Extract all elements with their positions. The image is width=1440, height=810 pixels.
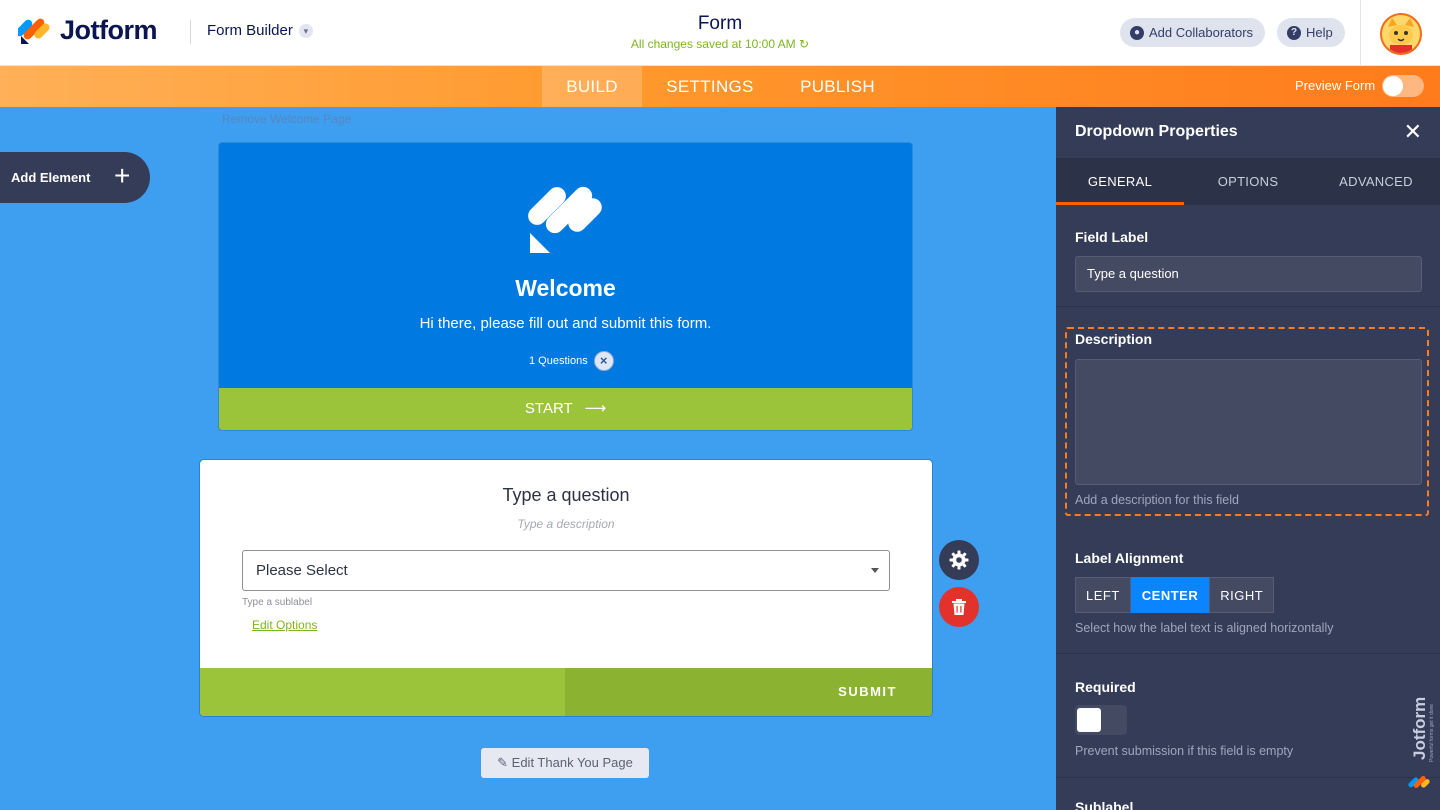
delete-field-button[interactable] [939, 587, 979, 627]
welcome-subtitle[interactable]: Hi there, please fill out and submit thi… [219, 315, 912, 332]
dropdown-select[interactable]: Please Select [242, 550, 890, 591]
top-bar: Jotform Form Builder ▾ Form All changes … [0, 0, 1440, 66]
welcome-page-card[interactable]: Welcome Hi there, please fill out and su… [218, 142, 913, 431]
label-alignment-hint: Select how the label text is aligned hor… [1075, 621, 1334, 635]
cat-avatar-icon [1382, 15, 1420, 53]
align-right-button[interactable]: RIGHT [1209, 577, 1275, 613]
caret-down-icon [871, 568, 879, 573]
remove-welcome-page-link[interactable]: Remove Welcome Page [222, 112, 351, 126]
add-collaborators-button[interactable]: ● Add Collaborators [1120, 18, 1266, 47]
submit-button[interactable]: SUBMIT [565, 668, 932, 716]
close-icon[interactable]: × [593, 351, 614, 371]
field-settings-button[interactable] [939, 540, 979, 580]
field-label-input[interactable]: Type a question [1075, 256, 1422, 292]
close-icon[interactable]: ✕ [1404, 121, 1422, 143]
save-status-text: All changes saved at 10:00 AM [630, 37, 796, 51]
watermark-tagline: Powerful forms get it done [1429, 704, 1435, 762]
question-description[interactable]: Type a description [200, 517, 932, 531]
avatar[interactable] [1380, 13, 1422, 55]
add-collaborators-label: Add Collaborators [1149, 25, 1254, 40]
preview-form-label: Preview Form [1295, 78, 1376, 93]
watermark-brand: Jotform [1410, 697, 1429, 760]
question-label[interactable]: Type a question [200, 485, 932, 506]
tab-publish[interactable]: PUBLISH [790, 66, 885, 107]
tab-build[interactable]: BUILD [542, 66, 642, 107]
required-toggle[interactable] [1075, 705, 1127, 735]
add-element-button[interactable]: Add Element + [0, 152, 150, 203]
plus-icon: + [114, 160, 131, 191]
jotform-watermark-logo: Jotform Powerful forms get it done [1408, 697, 1435, 789]
sublabel-heading: Sublabel [1075, 799, 1134, 810]
sublabel-placeholder[interactable]: Type a sublabel [242, 597, 312, 608]
pencil-icon: ✎ [497, 755, 509, 770]
questions-count: 1 Questions × [529, 351, 614, 371]
edit-options-link[interactable]: Edit Options [252, 618, 317, 632]
edit-thank-you-page-button[interactable]: ✎ Edit Thank You Page [481, 748, 649, 778]
preview-form-toggle[interactable] [1382, 75, 1424, 97]
align-center-button[interactable]: CENTER [1130, 577, 1210, 613]
question-icon: ? [1287, 25, 1301, 40]
jotform-watermark: Jotform Powerful forms get it done [1405, 690, 1435, 795]
submit-bar: SUBMIT [200, 668, 932, 716]
add-element-label: Add Element [11, 170, 91, 185]
questions-count-text: 1 Questions [529, 355, 588, 367]
label-alignment-heading: Label Alignment [1075, 550, 1184, 566]
divider [1360, 0, 1361, 66]
edit-thank-you-label: Edit Thank You Page [511, 755, 633, 770]
help-button[interactable]: ? Help [1277, 18, 1345, 47]
builder-nav: BUILD SETTINGS PUBLISH Preview Form [0, 66, 1440, 107]
trash-icon [952, 599, 966, 615]
dropdown-selected-value: Please Select [256, 562, 348, 579]
dropdown-question-card[interactable]: Type a question Type a description Pleas… [199, 459, 933, 717]
tab-general[interactable]: GENERAL [1056, 158, 1184, 205]
welcome-title[interactable]: Welcome [219, 275, 912, 302]
start-button[interactable]: START ⟶ [219, 388, 912, 430]
tab-settings[interactable]: SETTINGS [655, 66, 765, 107]
arrow-right-icon: ⟶ [584, 400, 607, 417]
tab-advanced[interactable]: ADVANCED [1312, 158, 1440, 205]
panel-title: Dropdown Properties [1075, 123, 1238, 140]
required-hint: Prevent submission if this field is empt… [1075, 744, 1294, 758]
required-heading: Required [1075, 679, 1136, 695]
refresh-icon: ↻ [799, 37, 810, 51]
properties-panel: Dropdown Properties ✕ GENERAL OPTIONS AD… [1056, 107, 1440, 810]
help-label: Help [1306, 25, 1333, 40]
toggle-knob [1077, 708, 1101, 732]
align-left-button[interactable]: LEFT [1075, 577, 1131, 613]
tab-options[interactable]: OPTIONS [1184, 158, 1312, 205]
label-alignment-buttons: LEFT CENTER RIGHT [1075, 577, 1275, 613]
toggle-knob [1383, 76, 1403, 96]
gear-icon [949, 550, 969, 570]
welcome-logo-icon [528, 186, 602, 253]
panel-tabs: GENERAL OPTIONS ADVANCED [1056, 158, 1440, 205]
start-label: START [524, 400, 573, 417]
user-icon: ● [1130, 25, 1144, 40]
field-label-heading: Field Label [1075, 229, 1149, 245]
